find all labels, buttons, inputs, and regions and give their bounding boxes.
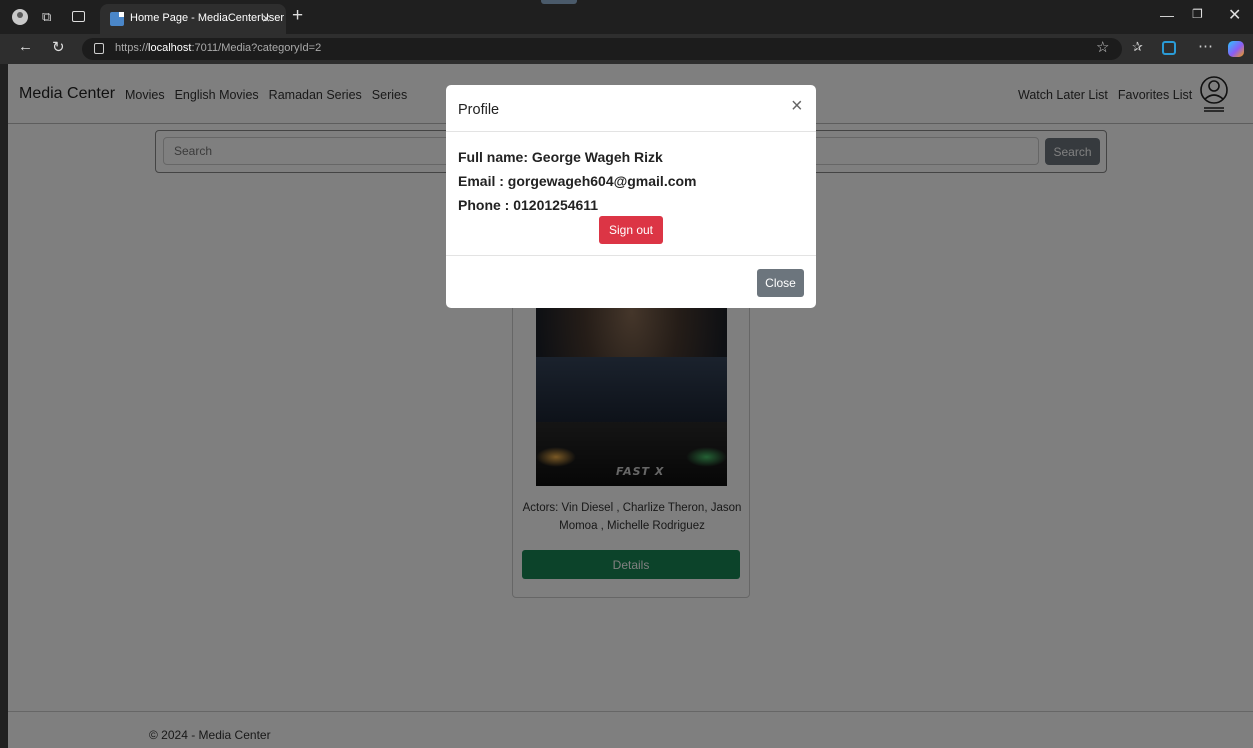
- close-button[interactable]: Close: [757, 269, 804, 297]
- url-text: https://localhost:7011/Media?categoryId=…: [115, 42, 322, 54]
- back-button[interactable]: ←: [18, 38, 33, 55]
- refresh-button[interactable]: ↻: [52, 38, 65, 56]
- modal-title: Profile: [458, 102, 500, 118]
- tabs-icon[interactable]: [72, 11, 85, 22]
- more-icon[interactable]: ⋯: [1198, 37, 1213, 55]
- profile-phone: Phone : 01201254611: [458, 197, 599, 213]
- modal-footer: Close: [446, 255, 816, 308]
- star-icon[interactable]: ☆: [1096, 38, 1109, 56]
- profile-full-name: Full name: George Wageh Rizk: [458, 149, 663, 165]
- profile-modal: Profile × Full name: George Wageh Rizk E…: [446, 85, 816, 308]
- workspaces-icon[interactable]: ⧉: [42, 9, 58, 25]
- top-indicator: [541, 0, 577, 4]
- sign-out-button[interactable]: Sign out: [599, 216, 663, 244]
- profile-email: Email : gorgewageh604@gmail.com: [458, 173, 697, 189]
- browser-tab[interactable]: Home Page - MediaCenterUser ×: [100, 4, 286, 34]
- page-viewport: Media Center Movies English Movies Ramad…: [8, 64, 1253, 748]
- window-maximize-button[interactable]: ❐: [1192, 7, 1203, 21]
- url-field[interactable]: https://localhost:7011/Media?categoryId=…: [82, 38, 1122, 60]
- tab-title: Home Page - MediaCenterUser: [130, 12, 285, 24]
- modal-header: Profile ×: [446, 85, 816, 132]
- window-close-button[interactable]: ✕: [1228, 5, 1241, 25]
- extension-icon[interactable]: [1162, 41, 1176, 55]
- favorites-icon[interactable]: ✰: [1132, 39, 1143, 55]
- address-bar-row: ← ↻ https://localhost:7011/Media?categor…: [0, 34, 1253, 64]
- tab-favicon-icon: [110, 12, 124, 26]
- modal-body: Full name: George Wageh Rizk Email : gor…: [458, 145, 808, 217]
- new-tab-button[interactable]: +: [292, 5, 303, 27]
- copilot-icon[interactable]: [1228, 41, 1244, 57]
- tab-close-button[interactable]: ×: [262, 10, 270, 26]
- modal-close-icon[interactable]: ×: [791, 96, 803, 116]
- lock-icon[interactable]: [94, 43, 104, 54]
- profile-avatar-icon[interactable]: [12, 9, 28, 25]
- window-minimize-button[interactable]: —: [1160, 7, 1174, 23]
- browser-titlebar: ⧉ Home Page - MediaCenterUser × + — ❐ ✕: [0, 0, 1253, 34]
